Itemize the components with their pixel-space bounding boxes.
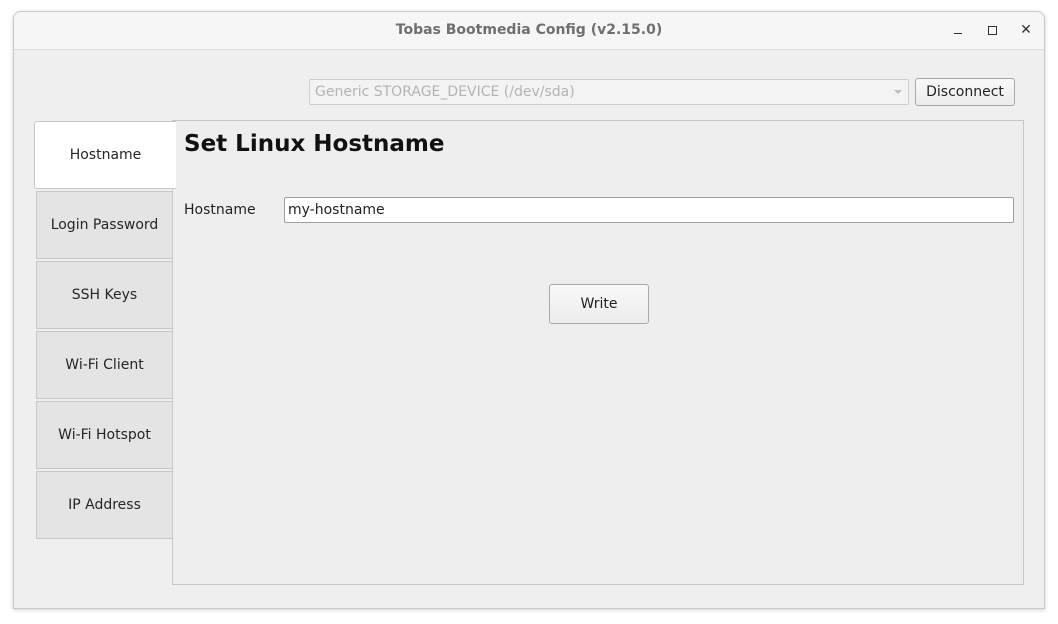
app-window: Tobas Bootmedia Config (v2.15.0) ✕ Gener… [13,11,1045,609]
hostname-panel: Set Linux Hostname Hostname Write [172,120,1024,585]
write-button[interactable]: Write [549,284,649,324]
tab-wifi-client[interactable]: Wi-Fi Client [36,331,173,399]
minimize-icon [954,33,962,34]
device-select[interactable]: Generic STORAGE_DEVICE (/dev/sda) [309,79,909,105]
hostname-input[interactable] [284,197,1014,223]
hostname-label: Hostname [184,202,256,218]
page-title: Set Linux Hostname [184,131,445,157]
minimize-button[interactable] [946,18,970,42]
tab-wifi-hotspot[interactable]: Wi-Fi Hotspot [36,401,173,469]
close-icon: ✕ [1020,22,1032,38]
maximize-icon [988,26,997,35]
tab-hostname[interactable]: Hostname [34,121,176,189]
tab-ip-address[interactable]: IP Address [36,471,173,539]
title-bar[interactable]: Tobas Bootmedia Config (v2.15.0) ✕ [14,12,1044,50]
disconnect-button[interactable]: Disconnect [915,78,1015,106]
window-title: Tobas Bootmedia Config (v2.15.0) [395,22,663,38]
tab-login-password[interactable]: Login Password [36,191,173,259]
tab-ssh-keys[interactable]: SSH Keys [36,261,173,329]
maximize-button[interactable] [980,18,1004,42]
close-button[interactable]: ✕ [1014,18,1038,42]
chevron-down-icon [894,90,902,94]
device-select-value: Generic STORAGE_DEVICE (/dev/sda) [315,84,575,100]
